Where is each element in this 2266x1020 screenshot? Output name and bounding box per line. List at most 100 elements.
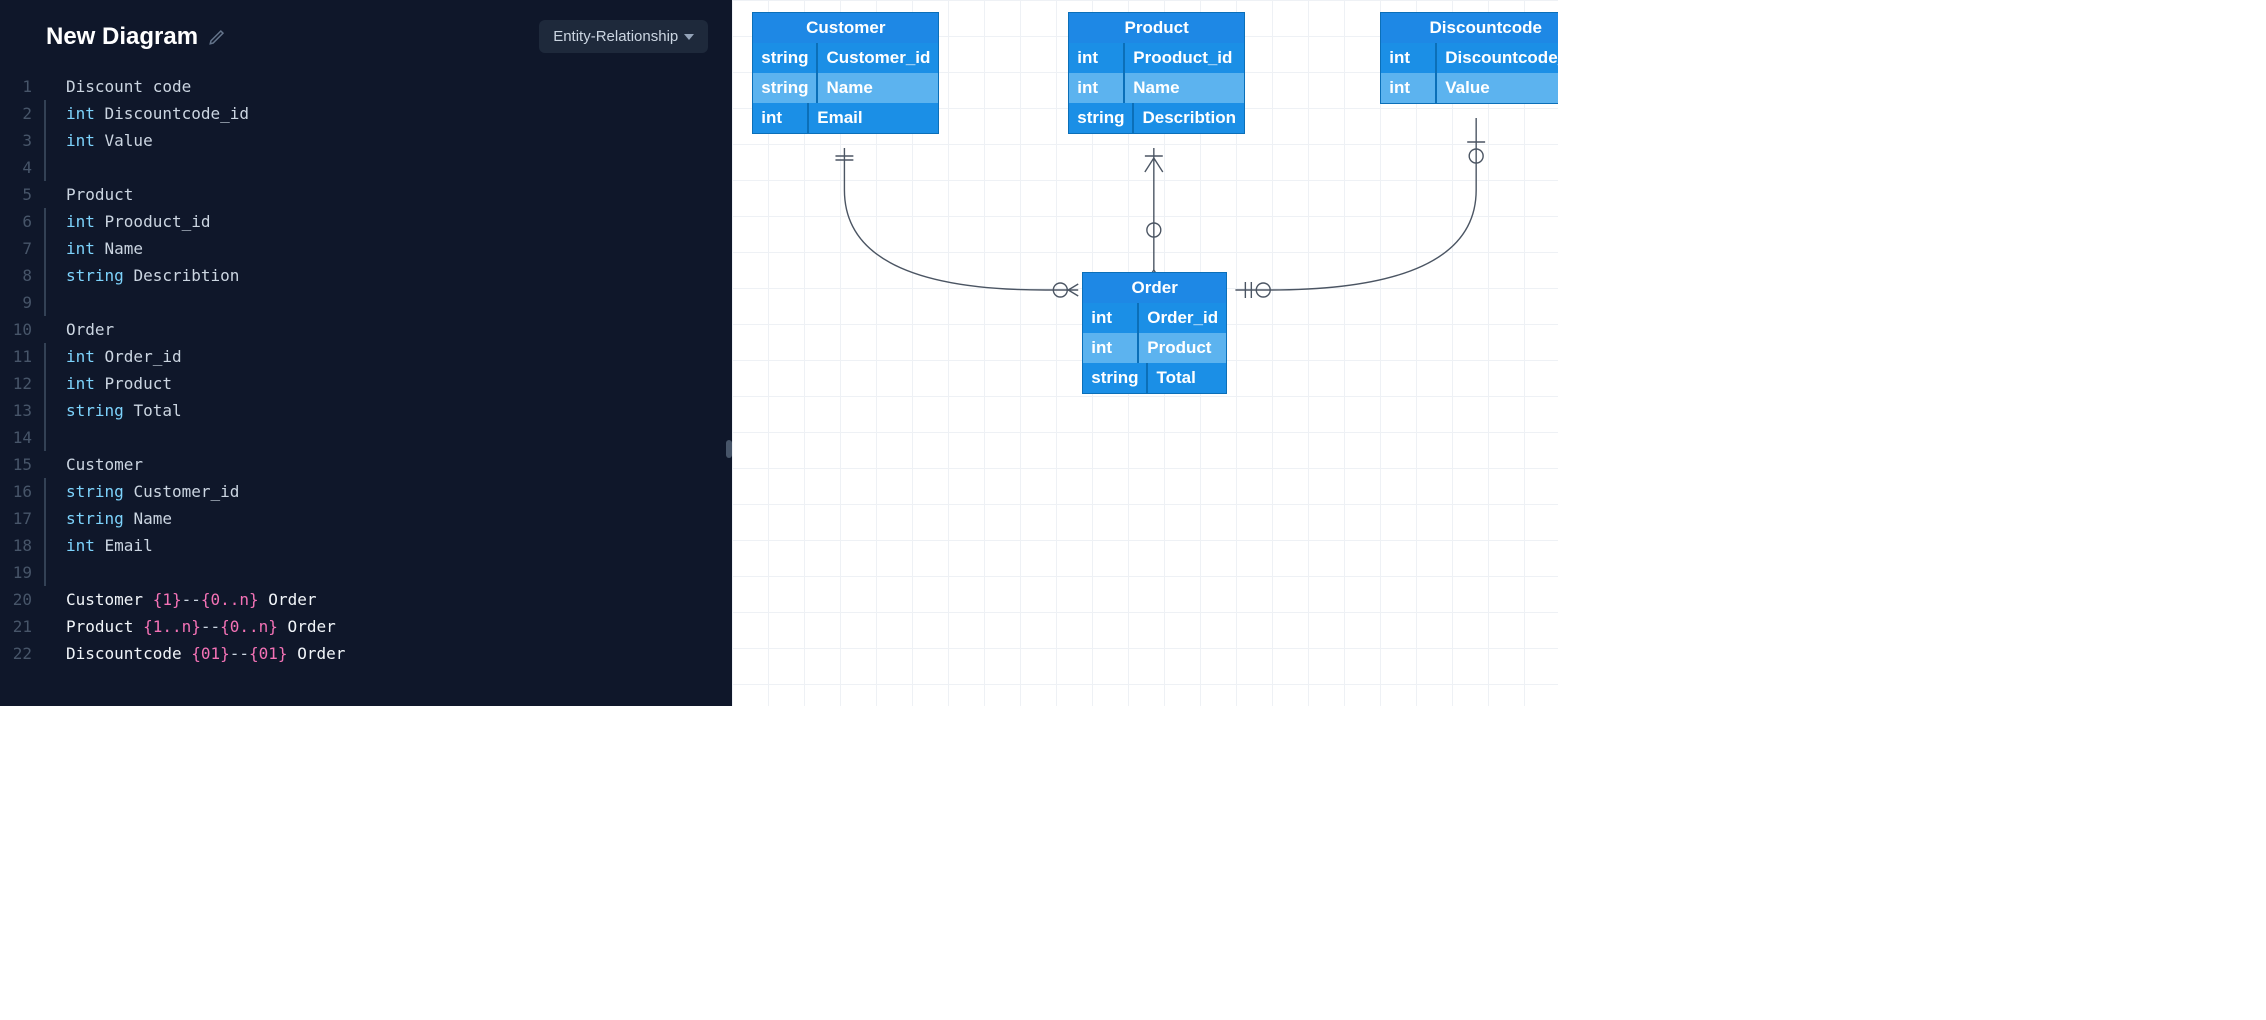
entity-field-type: string [1083, 363, 1148, 393]
code-line[interactable]: 14 [10, 424, 732, 451]
code-line[interactable]: 18int Email [10, 532, 732, 559]
code-text: string Customer_id [66, 478, 239, 505]
code-line[interactable]: 7 int Name [10, 235, 732, 262]
code-text: Product {1..n}--{0..n} Order [66, 613, 336, 640]
code-text: int Order_id [66, 343, 182, 370]
entity-row: stringName [753, 73, 938, 103]
indent-guide [44, 505, 46, 532]
code-text: Product [66, 181, 133, 208]
indent-guide [44, 451, 46, 478]
code-line[interactable]: 10Order [10, 316, 732, 343]
line-number: 8 [10, 262, 44, 289]
indent-guide [44, 208, 46, 235]
line-number: 7 [10, 235, 44, 262]
entity-row: intEmail [753, 103, 938, 133]
pencil-icon[interactable] [208, 28, 226, 46]
indent-guide [44, 235, 46, 262]
indent-guide [44, 532, 46, 559]
entity-title: Discountcode [1381, 13, 1558, 43]
code-line[interactable]: 15 Customer [10, 451, 732, 478]
indent-guide [44, 154, 46, 181]
indent-guide [44, 316, 46, 343]
entity-row: intOrder_id [1083, 303, 1226, 333]
code-line[interactable]: 12 int Product [10, 370, 732, 397]
line-number: 18 [10, 532, 44, 559]
code-line[interactable]: 13string Total [10, 397, 732, 424]
code-text: Customer [66, 451, 143, 478]
entity-title: Product [1069, 13, 1244, 43]
code-line[interactable]: 22Discountcode {01}--{01} Order [10, 640, 732, 667]
indent-guide [44, 586, 46, 613]
code-line[interactable]: 20Customer {1}--{0..n} Order [10, 586, 732, 613]
entity-title: Customer [753, 13, 938, 43]
entity-row: intName [1069, 73, 1244, 103]
entity-field-name: Product [1139, 333, 1226, 363]
indent-guide [44, 343, 46, 370]
editor-panel: New Diagram Entity-Relationship 1Discoun… [0, 0, 732, 706]
line-number: 10 [10, 316, 44, 343]
code-line[interactable]: 6int Prooduct_id [10, 208, 732, 235]
code-text: string Total [66, 397, 182, 424]
entity-field-name: Describtion [1134, 103, 1244, 133]
title-wrap: New Diagram [46, 23, 226, 51]
line-number: 9 [10, 289, 44, 316]
editor-header: New Diagram Entity-Relationship [0, 0, 732, 69]
code-line[interactable]: 11 int Order_id [10, 343, 732, 370]
entity-field-type: int [1083, 303, 1139, 333]
code-line[interactable]: 17string Name [10, 505, 732, 532]
entity-field-type: string [753, 43, 818, 73]
line-number: 17 [10, 505, 44, 532]
entity-field-name: Order_id [1139, 303, 1226, 333]
entity-field-name: Customer_id [818, 43, 938, 73]
code-text: int Value [66, 127, 153, 154]
code-line[interactable]: 21Product {1..n}--{0..n} Order [10, 613, 732, 640]
entity-product[interactable]: ProductintProoduct_idintNamestringDescri… [1068, 12, 1245, 134]
entity-discountcode[interactable]: DiscountcodeintDiscountcode_idintValue [1380, 12, 1558, 104]
line-number: 5 [10, 181, 44, 208]
code-editor[interactable]: 1Discount code2 int Discountcode_id 3 int V… [0, 69, 732, 706]
entity-field-type: string [1069, 103, 1134, 133]
indent-guide [44, 181, 46, 208]
entity-customer[interactable]: CustomerstringCustomer_idstringNameintEm… [752, 12, 939, 134]
code-text: int Product [66, 370, 172, 397]
code-line[interactable]: 1Discount code [10, 73, 732, 100]
indent-guide [44, 289, 46, 316]
code-line[interactable]: 5 Product [10, 181, 732, 208]
code-text: Customer {1}--{0..n} Order [66, 586, 316, 613]
code-line[interactable]: 3 int Value [10, 127, 732, 154]
indent-guide [44, 478, 46, 505]
entity-field-name: Email [809, 103, 938, 133]
code-line[interactable]: 8 string Describtion [10, 262, 732, 289]
line-number: 11 [10, 343, 44, 370]
entity-field-name: Total [1148, 363, 1226, 393]
entity-field-type: string [753, 73, 818, 103]
entity-field-name: Prooduct_id [1125, 43, 1244, 73]
entity-row: intProoduct_id [1069, 43, 1244, 73]
code-line[interactable]: 19 [10, 559, 732, 586]
entity-row: stringDescribtion [1069, 103, 1244, 133]
entity-field-name: Name [818, 73, 938, 103]
entity-field-type: int [1381, 43, 1437, 73]
line-number: 2 [10, 100, 44, 127]
indent-guide [44, 262, 46, 289]
indent-guide [44, 613, 46, 640]
entity-field-name: Discountcode_id [1437, 43, 1558, 73]
diagram-type-select[interactable]: Entity-Relationship [539, 20, 708, 53]
line-number: 15 [10, 451, 44, 478]
indent-guide [44, 100, 46, 127]
code-line[interactable]: 4 [10, 154, 732, 181]
entity-order[interactable]: OrderintOrder_idintProductstringTotal [1082, 272, 1227, 394]
entity-row: stringCustomer_id [753, 43, 938, 73]
code-line[interactable]: 16string Customer_id [10, 478, 732, 505]
code-text: int Discountcode_id [66, 100, 249, 127]
code-text: int Name [66, 235, 143, 262]
entity-row: intProduct [1083, 333, 1226, 363]
code-line[interactable]: 9 [10, 289, 732, 316]
line-number: 12 [10, 370, 44, 397]
line-number: 3 [10, 127, 44, 154]
code-text: string Describtion [66, 262, 239, 289]
code-line[interactable]: 2 int Discountcode_id [10, 100, 732, 127]
indent-guide [44, 559, 46, 586]
line-number: 19 [10, 559, 44, 586]
diagram-canvas[interactable]: CustomerstringCustomer_idstringNameintEm… [732, 0, 1558, 706]
